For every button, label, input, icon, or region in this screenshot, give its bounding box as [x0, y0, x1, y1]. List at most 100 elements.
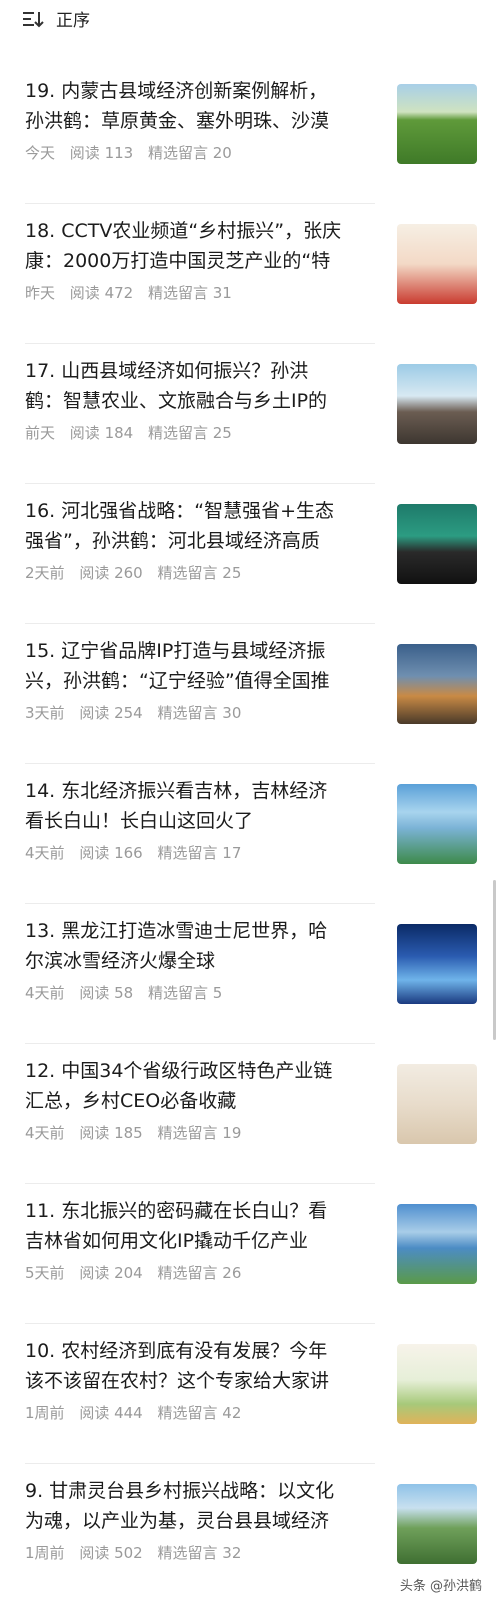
title-line-1: 14. 东北经济振兴看吉林，吉林经济	[25, 780, 328, 802]
title-line-2: 兴，孙洪鹤：“辽宁经验”值得全国推	[25, 670, 330, 692]
comment-count: 精选留言 25	[157, 564, 242, 582]
article-title[interactable]: 19. 内蒙古县域经济创新案例解析， 孙洪鹤：草原黄金、塞外明珠、沙漠	[25, 76, 375, 136]
article-item[interactable]: 16. 河北强省战略：“智慧强省+生态 强省”，孙洪鹤：河北县域经济高质 2天前…	[0, 484, 500, 624]
sort-label[interactable]: 正序	[56, 6, 90, 31]
title-line-2: 该不该留在农村？这个专家给大家讲	[25, 1370, 330, 1392]
title-line-1: 10. 农村经济到底有没有发展？今年	[25, 1340, 328, 1362]
comment-count: 精选留言 31	[147, 284, 232, 302]
conference-image[interactable]	[397, 504, 477, 584]
article-item[interactable]: 19. 内蒙古县域经济创新案例解析， 孙洪鹤：草原黄金、塞外明珠、沙漠 今天 阅…	[0, 64, 500, 204]
read-count: 阅读 184	[69, 424, 134, 442]
cartoon-image[interactable]	[397, 1344, 477, 1424]
read-count: 阅读 254	[79, 704, 143, 722]
comment-count: 精选留言 30	[157, 704, 242, 722]
read-count: 阅读 444	[79, 1404, 143, 1422]
city-image[interactable]	[397, 644, 477, 724]
comment-count: 精选留言 25	[147, 424, 232, 442]
title-line-1: 19. 内蒙古县域经济创新案例解析，	[25, 80, 328, 102]
article-item[interactable]: 10. 农村经济到底有没有发展？今年 该不该留在农村？这个专家给大家讲 1周前 …	[0, 1324, 500, 1464]
title-line-1: 11. 东北振兴的密码藏在长白山？看	[25, 1200, 328, 1222]
article-item[interactable]: 15. 辽宁省品牌IP打造与县域经济振 兴，孙洪鹤：“辽宁经验”值得全国推 3天…	[0, 624, 500, 764]
article-title[interactable]: 15. 辽宁省品牌IP打造与县域经济振 兴，孙洪鹤：“辽宁经验”值得全国推	[25, 636, 375, 696]
scrollbar[interactable]	[493, 880, 496, 1040]
village-image[interactable]	[397, 364, 477, 444]
article-item[interactable]: 11. 东北振兴的密码藏在长白山？看 吉林省如何用文化IP撬动千亿产业 5天前 …	[0, 1184, 500, 1324]
article-meta: 今天 阅读 113 精选留言 20	[25, 142, 242, 163]
article-item[interactable]: 14. 东北经济振兴看吉林，吉林经济 看长白山！长白山这回火了 4天前 阅读 1…	[0, 764, 500, 904]
grassland-image[interactable]	[397, 84, 477, 164]
title-line-2: 汇总，乡村CEO必备收藏	[25, 1090, 237, 1112]
article-meta: 1周前 阅读 502 精选留言 32	[25, 1542, 251, 1563]
read-count: 阅读 502	[79, 1544, 143, 1562]
article-item[interactable]: 12. 中国34个省级行政区特色产业链 汇总，乡村CEO必备收藏 4天前 阅读 …	[0, 1044, 500, 1184]
title-line-1: 12. 中国34个省级行政区特色产业链	[25, 1060, 333, 1082]
publish-time: 5天前	[25, 1264, 65, 1282]
article-meta: 昨天 阅读 472 精选留言 31	[25, 282, 242, 303]
read-count: 阅读 204	[79, 1264, 143, 1282]
article-title[interactable]: 17. 山西县域经济如何振兴？孙洪 鹤：智慧农业、文旅融合与乡土IP的	[25, 356, 375, 416]
article-title[interactable]: 18. CCTV农业频道“乡村振兴”，张庆 康：2000万打造中国灵芝产业的“特	[25, 216, 375, 276]
article-title[interactable]: 11. 东北振兴的密码藏在长白山？看 吉林省如何用文化IP撬动千亿产业	[25, 1196, 375, 1256]
stage-image[interactable]	[397, 224, 477, 304]
certificate-image[interactable]	[397, 1064, 477, 1144]
article-meta: 4天前 阅读 185 精选留言 19	[25, 1122, 251, 1143]
article-title[interactable]: 12. 中国34个省级行政区特色产业链 汇总，乡村CEO必备收藏	[25, 1056, 375, 1116]
title-line-2: 强省”，孙洪鹤：河北县域经济高质	[25, 530, 320, 552]
title-line-2: 尔滨冰雪经济火爆全球	[25, 950, 216, 972]
mountain-lake-image[interactable]	[397, 1204, 477, 1284]
title-line-1: 16. 河北强省战略：“智慧强省+生态	[25, 500, 335, 522]
title-line-2: 吉林省如何用文化IP撬动千亿产业	[25, 1230, 309, 1252]
publish-time: 2天前	[25, 564, 65, 582]
article-meta: 前天 阅读 184 精选留言 25	[25, 422, 242, 443]
article-meta: 4天前 阅读 58 精选留言 5	[25, 982, 232, 1003]
read-count: 阅读 185	[79, 1124, 143, 1142]
comment-count: 精选留言 5	[147, 984, 223, 1002]
lake-image[interactable]	[397, 784, 477, 864]
title-line-2: 孙洪鹤：草原黄金、塞外明珠、沙漠	[25, 110, 330, 132]
comment-count: 精选留言 26	[157, 1264, 242, 1282]
publish-time: 1周前	[25, 1544, 65, 1562]
article-title[interactable]: 13. 黑龙江打造冰雪迪士尼世界，哈 尔滨冰雪经济火爆全球	[25, 916, 375, 976]
comment-count: 精选留言 42	[157, 1404, 242, 1422]
publish-time: 前天	[25, 424, 56, 442]
read-count: 阅读 113	[69, 144, 134, 162]
ice-festival-image[interactable]	[397, 924, 477, 1004]
publish-time: 今天	[25, 144, 56, 162]
article-item[interactable]: 17. 山西县域经济如何振兴？孙洪 鹤：智慧农业、文旅融合与乡土IP的 前天 阅…	[0, 344, 500, 484]
article-title[interactable]: 14. 东北经济振兴看吉林，吉林经济 看长白山！长白山这回火了	[25, 776, 375, 836]
comment-count: 精选留言 19	[157, 1124, 242, 1142]
article-item[interactable]: 18. CCTV农业频道“乡村振兴”，张庆 康：2000万打造中国灵芝产业的“特…	[0, 204, 500, 344]
publish-time: 3天前	[25, 704, 65, 722]
publish-time: 1周前	[25, 1404, 65, 1422]
park-image[interactable]	[397, 1484, 477, 1564]
title-line-2: 鹤：智慧农业、文旅融合与乡土IP的	[25, 390, 328, 412]
publish-time: 昨天	[25, 284, 56, 302]
title-line-2: 看长白山！长白山这回火了	[25, 810, 254, 832]
article-title[interactable]: 10. 农村经济到底有没有发展？今年 该不该留在农村？这个专家给大家讲	[25, 1336, 375, 1396]
article-meta: 4天前 阅读 166 精选留言 17	[25, 842, 251, 863]
sort-icon	[23, 12, 44, 28]
title-line-2: 康：2000万打造中国灵芝产业的“特	[25, 250, 331, 272]
read-count: 阅读 472	[69, 284, 134, 302]
comment-count: 精选留言 20	[147, 144, 232, 162]
read-count: 阅读 166	[79, 844, 143, 862]
title-line-1: 15. 辽宁省品牌IP打造与县域经济振	[25, 640, 326, 662]
article-meta: 5天前 阅读 204 精选留言 26	[25, 1262, 251, 1283]
sort-bar[interactable]: 正序	[0, 0, 500, 40]
title-line-1: 13. 黑龙江打造冰雪迪士尼世界，哈	[25, 920, 328, 942]
read-count: 阅读 58	[79, 984, 134, 1002]
title-line-2: 为魂，以产业为基，灵台县县域经济	[25, 1510, 330, 1532]
publish-time: 4天前	[25, 1124, 65, 1142]
article-title[interactable]: 16. 河北强省战略：“智慧强省+生态 强省”，孙洪鹤：河北县域经济高质	[25, 496, 375, 556]
comment-count: 精选留言 17	[157, 844, 242, 862]
article-item[interactable]: 13. 黑龙江打造冰雪迪士尼世界，哈 尔滨冰雪经济火爆全球 4天前 阅读 58 …	[0, 904, 500, 1044]
article-title[interactable]: 9. 甘肃灵台县乡村振兴战略：以文化 为魂，以产业为基，灵台县县域经济	[25, 1476, 375, 1536]
title-line-1: 17. 山西县域经济如何振兴？孙洪	[25, 360, 309, 382]
title-line-1: 18. CCTV农业频道“乡村振兴”，张庆	[25, 220, 342, 242]
read-count: 阅读 260	[79, 564, 143, 582]
article-meta: 2天前 阅读 260 精选留言 25	[25, 562, 251, 583]
title-line-1: 9. 甘肃灵台县乡村振兴战略：以文化	[25, 1480, 335, 1502]
publish-time: 4天前	[25, 984, 65, 1002]
comment-count: 精选留言 32	[157, 1544, 242, 1562]
publish-time: 4天前	[25, 844, 65, 862]
